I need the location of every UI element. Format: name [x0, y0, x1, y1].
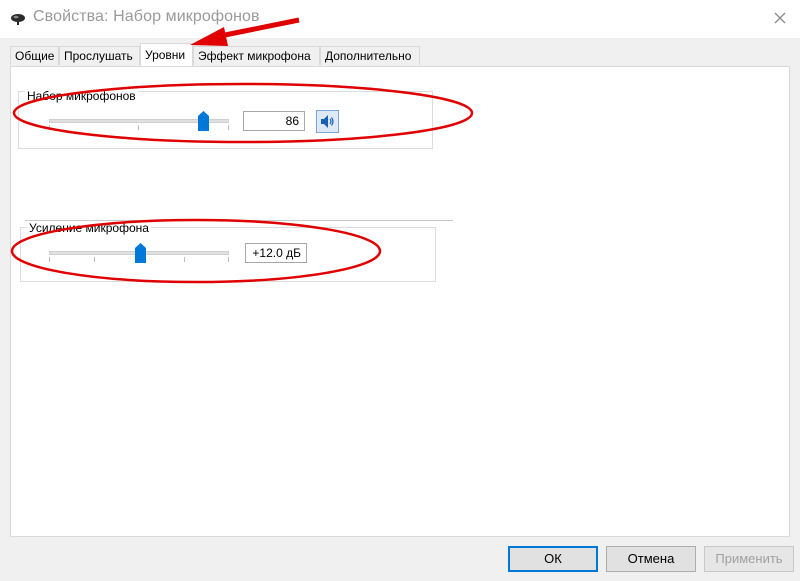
- tab-mic-effect[interactable]: Эффект микрофона: [193, 46, 320, 65]
- tab-levels[interactable]: Уровни: [140, 43, 193, 66]
- dialog-body: Общие Прослушать Уровни Эффект микрофона…: [0, 38, 800, 581]
- microphone-icon: [11, 14, 25, 25]
- speaker-volume-icon: [321, 115, 334, 128]
- mic-boost-slider-thumb[interactable]: [135, 243, 146, 263]
- cancel-button[interactable]: Отмена: [606, 546, 696, 572]
- mic-array-value[interactable]: 86: [243, 111, 305, 131]
- tab-advanced[interactable]: Дополнительно: [320, 46, 420, 65]
- mic-array-label: Набор микрофонов: [25, 89, 138, 103]
- tab-general[interactable]: Общие: [10, 46, 59, 65]
- mic-array-slider-thumb[interactable]: [198, 111, 209, 131]
- tab-listen[interactable]: Прослушать: [59, 46, 140, 65]
- window-title: Свойства: Набор микрофонов: [33, 8, 260, 25]
- levels-panel: Набор микрофонов 86 Усиление микрофона +…: [10, 66, 790, 537]
- ok-button[interactable]: ОК: [508, 546, 598, 572]
- apply-button[interactable]: Применить: [704, 546, 794, 572]
- mic-boost-value[interactable]: +12.0 дБ: [245, 243, 307, 263]
- close-icon[interactable]: [768, 6, 792, 30]
- title-bar: Свойства: Набор микрофонов: [0, 0, 800, 38]
- mic-boost-label: Усиление микрофона: [27, 221, 151, 235]
- mute-button[interactable]: [316, 110, 339, 133]
